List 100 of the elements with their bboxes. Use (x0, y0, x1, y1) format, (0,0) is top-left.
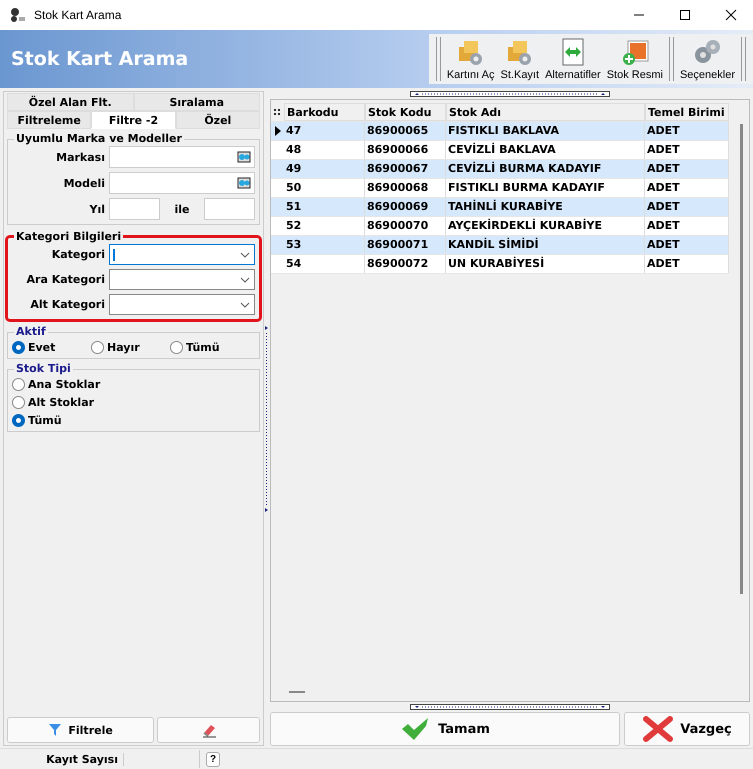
scrollbar[interactable] (289, 691, 305, 693)
splitter-handle-icon (410, 704, 610, 710)
table-cell: UN KURABİYESİ (446, 255, 645, 273)
tab[interactable]: Özel Alan Flt. (7, 93, 134, 111)
table-cell: 86900068 (365, 179, 446, 197)
table-row[interactable]: 49 86900067 CEVİZLİ BURMA KADAYIF ADET (271, 160, 729, 179)
scrollbar[interactable] (740, 124, 743, 594)
table-cell: ADET (645, 141, 729, 159)
ok-button[interactable]: Tamam (270, 712, 620, 746)
maximize-icon (679, 9, 691, 21)
radio-button[interactable] (170, 341, 183, 354)
table-cell: CEVİZLİ BAKLAVA (446, 141, 645, 159)
table-cell: 54 (284, 255, 365, 273)
input-field[interactable] (109, 146, 255, 168)
table-cell: 86900065 (365, 122, 446, 140)
dropdown[interactable] (109, 269, 255, 290)
field-label: Alt Kategori (29, 298, 105, 311)
app-icon (10, 7, 26, 23)
table-cell: ADET (645, 160, 729, 178)
radio-label: Hayır (107, 341, 140, 354)
chevron-down-icon (240, 252, 250, 258)
field-label: Kategori (50, 248, 105, 261)
table-cell: ADET (645, 198, 729, 216)
table-cell: 86900066 (365, 141, 446, 159)
field-label: ile (173, 202, 190, 216)
radio-button[interactable] (12, 396, 25, 409)
header-title: Stok Kart Arama (10, 48, 188, 70)
help-button[interactable]: ? (206, 752, 220, 766)
group-title: Kategori Bilgileri (14, 230, 124, 243)
table-cell: AYÇEKİRDEKLİ KURABİYE (446, 217, 645, 235)
window-title: Stok Kart Arama (34, 8, 122, 22)
dropdown[interactable] (109, 294, 255, 315)
table-cell: ADET (645, 179, 729, 197)
table-cell: ADET (645, 217, 729, 235)
table-cell: 49 (284, 160, 365, 178)
column-header[interactable]: Temel Birimi (645, 103, 729, 121)
table-cell: ADET (645, 255, 729, 273)
toolbar-button[interactable]: Stok Resmi (604, 37, 666, 81)
eraser-button[interactable] (157, 717, 260, 743)
radio-button[interactable] (12, 414, 25, 427)
tab[interactable]: Sıralama (134, 93, 260, 111)
table-cell: CEVİZLİ BURMA KADAYIF (446, 160, 645, 178)
dropdown[interactable] (109, 244, 255, 265)
column-header[interactable]: Barkodu (284, 103, 365, 121)
chevron-down-icon (240, 302, 250, 308)
tab[interactable]: Özel (176, 111, 260, 129)
table-cell: FISTIKLI BAKLAVA (446, 122, 645, 140)
radio-button[interactable] (12, 378, 25, 391)
toolbar-button[interactable]: Kartını Aç (444, 37, 498, 81)
table-cell: 86900072 (365, 255, 446, 273)
field-label: Modeli (62, 176, 105, 190)
table-cell: 86900071 (365, 236, 446, 254)
input-field[interactable] (204, 198, 255, 220)
splitter-handle-icon (265, 324, 269, 514)
table-row[interactable]: 52 86900070 AYÇEKİRDEKLİ KURABİYE ADET (271, 217, 729, 236)
group-title: Stok Tipi (14, 362, 73, 375)
table-cell: ADET (645, 122, 729, 140)
table-cell: 52 (284, 217, 365, 235)
toolbar-button[interactable]: St.Kayıt (498, 37, 542, 81)
status-label: Kayıt Sayısı (0, 752, 124, 766)
radio-label: Ana Stoklar (28, 378, 100, 391)
toolbar-button[interactable]: Seçenekler (676, 37, 738, 81)
table-cell: TAHİNLİ KURABİYE (446, 198, 645, 216)
table-cell: 86900067 (365, 160, 446, 178)
column-header[interactable]: Stok Adı (446, 103, 645, 121)
table-row[interactable]: 48 86900066 CEVİZLİ BAKLAVA ADET (271, 141, 729, 160)
table-row[interactable]: 47 86900065 FISTIKLI BAKLAVA ADET (271, 122, 729, 141)
radio-label: Tümü (186, 341, 220, 354)
cancel-button[interactable]: Vazgeç (624, 712, 750, 746)
table-row[interactable]: 53 86900071 KANDİL SİMİDİ ADET (271, 236, 729, 255)
binoculars-icon (237, 151, 251, 163)
radio-button[interactable] (91, 341, 104, 354)
splitter-handle-icon (410, 91, 610, 97)
radio-label: Evet (28, 341, 56, 354)
table-row[interactable]: 51 86900069 TAHİNLİ KURABİYE ADET (271, 198, 729, 217)
input-field[interactable] (109, 198, 160, 220)
binoculars-icon (237, 177, 251, 189)
table-cell: 47 (284, 122, 365, 140)
table-cell: FISTIKLI BURMA KADAYIF (446, 179, 645, 197)
table-cell: 86900069 (365, 198, 446, 216)
radio-label: Tümü (28, 414, 62, 427)
field-label: Yıl (88, 202, 105, 216)
tab[interactable]: Filtreleme (7, 111, 92, 129)
table-cell: 51 (284, 198, 365, 216)
table-row[interactable]: 54 86900072 UN KURABİYESİ ADET (271, 255, 729, 274)
field-label: Markası (55, 150, 105, 164)
input-field[interactable] (109, 172, 255, 194)
eraser-icon (200, 722, 217, 738)
radio-label: Alt Stoklar (28, 396, 94, 409)
radio-button[interactable] (12, 341, 25, 354)
chevron-down-icon (240, 276, 250, 282)
filter-button[interactable]: Filtrele (7, 717, 154, 743)
field-label: Ara Kategori (26, 273, 105, 286)
close-icon (725, 9, 737, 21)
table-row[interactable]: 50 86900068 FISTIKLI BURMA KADAYIF ADET (271, 179, 729, 198)
column-header[interactable]: Stok Kodu (365, 103, 446, 121)
cross-icon (642, 715, 674, 743)
table-cell: 48 (284, 141, 365, 159)
toolbar-button[interactable]: Alternatifler (542, 37, 604, 81)
tab[interactable]: Filtre -2 (91, 111, 176, 129)
